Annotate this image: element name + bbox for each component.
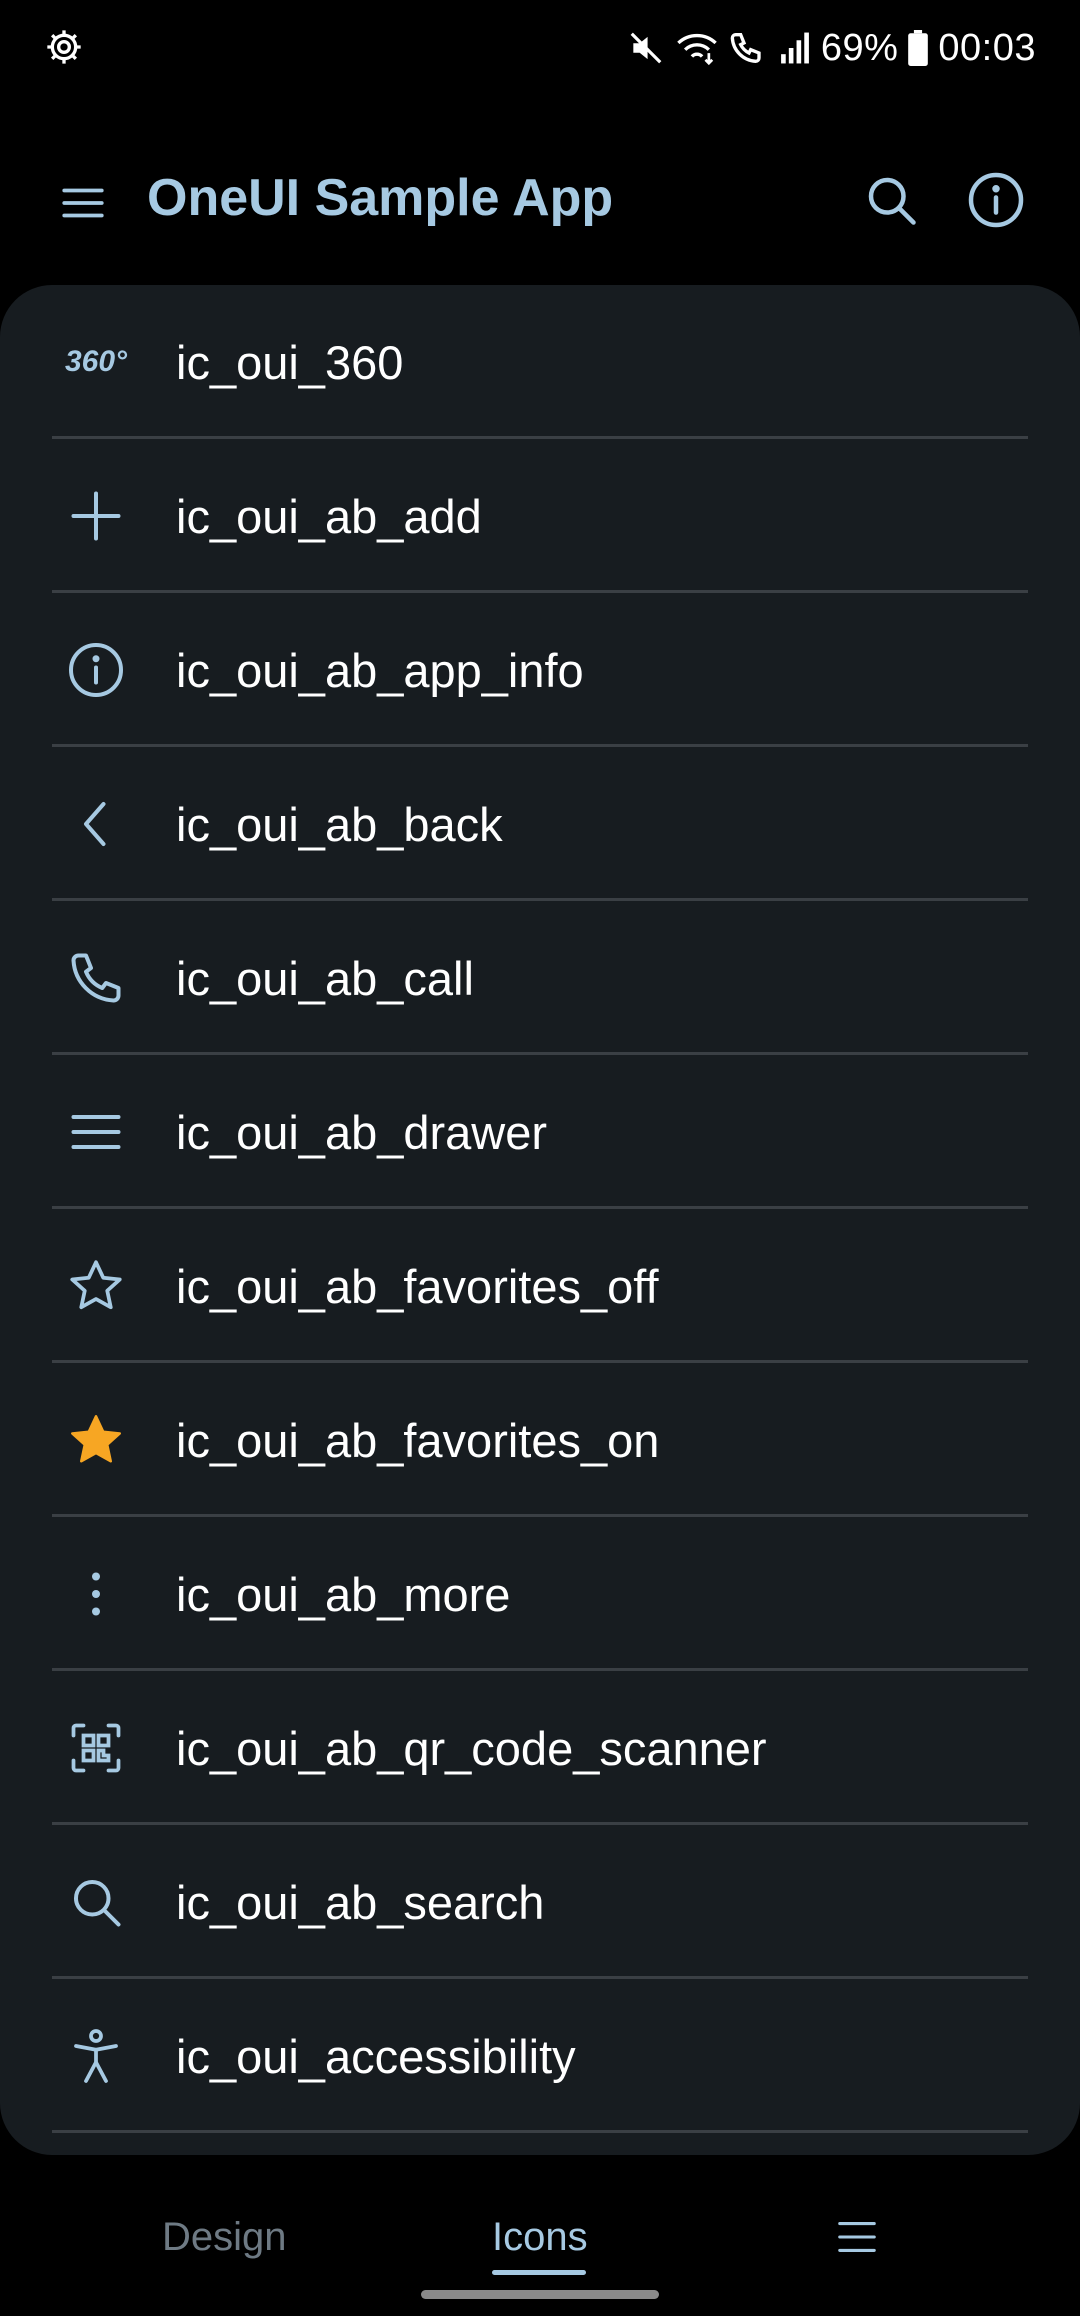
- list-item-label: ic_oui_ab_more: [176, 1568, 511, 1621]
- list-item[interactable]: ic_oui_ab_app_info: [0, 593, 1080, 747]
- tab-design[interactable]: Design: [162, 2215, 287, 2260]
- list-item[interactable]: ic_oui_ab_search: [0, 1825, 1080, 1979]
- list-item[interactable]: ic_oui_ab_call: [0, 901, 1080, 1055]
- list-item[interactable]: ic_oui_ab_more: [0, 1517, 1080, 1671]
- settings-gear-icon: [47, 30, 81, 64]
- list-item[interactable]: 360° ic_oui_360: [0, 285, 1080, 439]
- list-item-label: ic_oui_360: [176, 336, 404, 389]
- drawer-menu-icon[interactable]: [58, 178, 108, 228]
- search-icon: [66, 1872, 126, 1932]
- search-icon[interactable]: [861, 170, 921, 230]
- list-item-label: ic_oui_ab_app_info: [176, 644, 584, 697]
- wifi-icon: [677, 33, 717, 66]
- menu-icon[interactable]: [834, 2214, 880, 2260]
- clock: 00:03: [938, 26, 1036, 69]
- list-item[interactable]: ic_oui_ab_qr_code_scanner: [0, 1671, 1080, 1825]
- list-item[interactable]: ic_oui_accessibility: [0, 1979, 1080, 2133]
- star-outline-icon: [66, 1256, 126, 1316]
- list-item[interactable]: ic_oui_ab_back: [0, 747, 1080, 901]
- list-item-label: ic_oui_ab_favorites_off: [176, 1260, 659, 1313]
- add-icon: [66, 486, 126, 546]
- page-title: OneUI Sample App: [147, 169, 614, 227]
- list-item[interactable]: ic_oui_ab_favorites_on: [0, 1363, 1080, 1517]
- call-icon: [66, 948, 126, 1008]
- list-item-label: ic_oui_ab_back: [176, 798, 503, 851]
- list-item[interactable]: ic_oui_ab_favorites_off: [0, 1209, 1080, 1363]
- divider: [52, 2130, 1028, 2133]
- icon-list: 360° ic_oui_360 ic_oui_ab_add ic_oui_ab_…: [0, 285, 1080, 2155]
- info-icon[interactable]: [966, 170, 1026, 230]
- wifi-call-icon: [730, 33, 761, 64]
- drawer-icon: [66, 1102, 126, 1162]
- list-item-label: ic_oui_ab_drawer: [176, 1106, 548, 1159]
- list-item[interactable]: ic_oui_ab_add: [0, 439, 1080, 593]
- list-item-label: ic_oui_ab_favorites_on: [176, 1414, 660, 1467]
- back-icon: [66, 794, 126, 854]
- tab-icons[interactable]: Icons: [492, 2215, 588, 2260]
- qr-scanner-icon: [66, 1718, 126, 1778]
- accessibility-icon: [66, 2026, 126, 2086]
- tab-indicator: [492, 2270, 586, 2275]
- signal-icon: [780, 32, 809, 64]
- list-item-label: ic_oui_ab_add: [176, 490, 482, 543]
- list-item-label: ic_oui_ab_search: [176, 1876, 545, 1929]
- 360-icon: 360°: [64, 345, 128, 378]
- star-filled-icon: [66, 1410, 126, 1470]
- home-indicator[interactable]: [421, 2290, 659, 2299]
- status-bar: 69% 00:03: [0, 0, 1080, 96]
- list-item-label: ic_oui_accessibility: [176, 2030, 576, 2083]
- list-item[interactable]: ic_oui_ab_drawer: [0, 1055, 1080, 1209]
- battery-percent: 69%: [820, 26, 899, 69]
- mute-icon: [630, 32, 662, 64]
- info-icon: [66, 640, 126, 700]
- list-item-label: ic_oui_ab_qr_code_scanner: [176, 1722, 767, 1775]
- list-item-label: ic_oui_ab_call: [176, 952, 474, 1005]
- battery-icon: [908, 30, 929, 66]
- more-icon: [66, 1564, 126, 1624]
